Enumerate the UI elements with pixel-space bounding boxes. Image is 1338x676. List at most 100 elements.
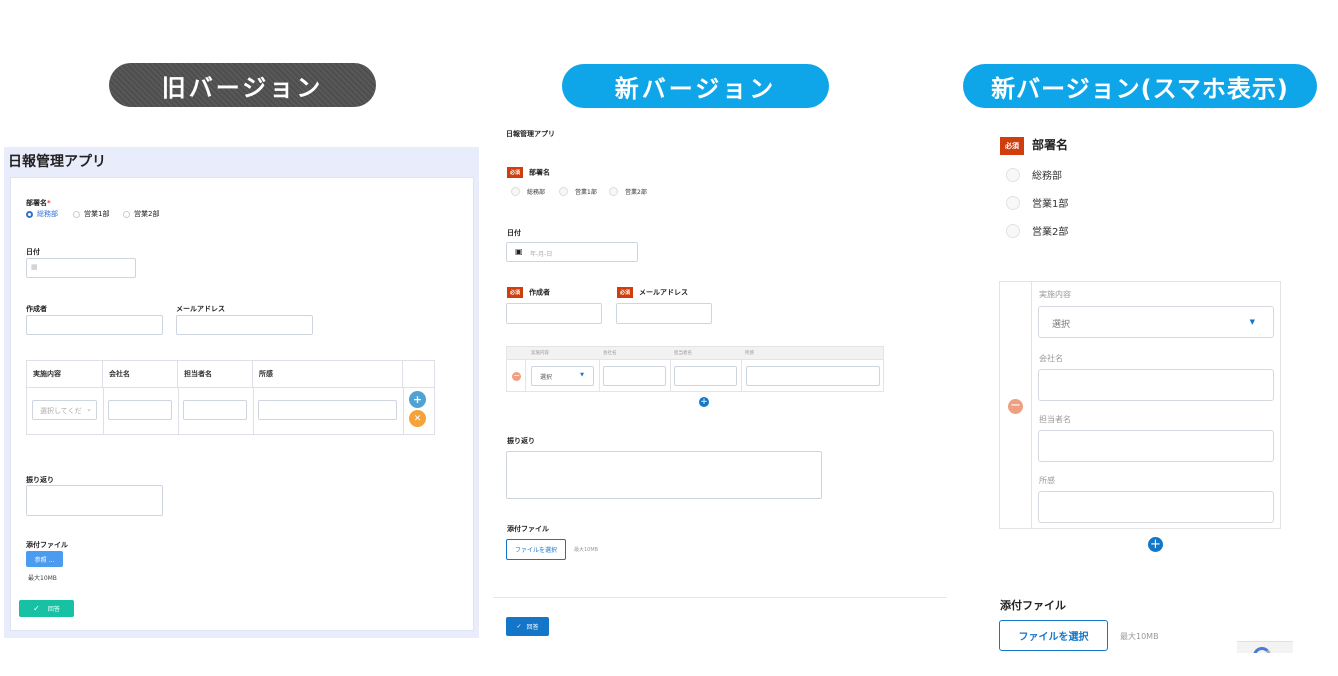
- activity-select[interactable]: 選択してくだ ⌄: [32, 400, 97, 420]
- caret-down-icon: ▼: [580, 372, 584, 378]
- attach-label: 添付ファイル: [26, 541, 68, 549]
- company-input[interactable]: [108, 400, 172, 420]
- activity-table: 実施内容 会社名 担当者名 所感 − 選択 ▼: [506, 346, 884, 392]
- th-impression: 所感: [745, 351, 754, 356]
- email-label: 必須 メールアドレス: [617, 287, 688, 298]
- impression-input[interactable]: [746, 366, 880, 386]
- company-input[interactable]: [1038, 369, 1274, 401]
- author-label: 必須 作成者: [507, 287, 550, 298]
- table-header: 実施内容 会社名 担当者名 所感: [506, 346, 884, 360]
- plus-icon: +: [1150, 537, 1161, 552]
- new-version-label: 新バージョン: [562, 64, 829, 108]
- author-input[interactable]: [26, 315, 163, 335]
- radio-dept-1[interactable]: 営業1部: [1006, 195, 1068, 210]
- email-input[interactable]: [616, 303, 712, 324]
- minus-icon: −: [513, 371, 520, 380]
- required-badge: 必須: [507, 167, 524, 178]
- impression-label: 所感: [1039, 476, 1055, 485]
- company-input[interactable]: [603, 366, 666, 386]
- browse-button[interactable]: 参照 ...: [26, 551, 63, 567]
- radio-icon: [559, 187, 568, 196]
- author-label: 作成者: [26, 305, 47, 313]
- date-input[interactable]: ▦: [26, 258, 136, 278]
- company-label: 会社名: [1039, 354, 1063, 363]
- person-label: 担当者名: [1039, 415, 1071, 424]
- add-row-button[interactable]: +: [409, 391, 426, 408]
- plus-icon: +: [412, 393, 423, 406]
- caret-down-icon: ▼: [1249, 318, 1255, 326]
- th-company: 会社名: [603, 351, 617, 356]
- page-title: 日報管理アプリ: [506, 130, 555, 138]
- dept-label: 必須 部署名: [507, 167, 550, 178]
- radio-icon: [73, 210, 80, 218]
- calendar-icon: ▦: [31, 263, 38, 271]
- remove-row-button[interactable]: ✕: [409, 410, 426, 427]
- radio-icon: [123, 210, 130, 218]
- radio-dept-0[interactable]: 総務部: [511, 187, 545, 196]
- plus-icon: +: [700, 397, 708, 407]
- radio-dept-0[interactable]: 総務部: [1006, 167, 1062, 182]
- radio-dept-1[interactable]: 営業1部: [559, 187, 597, 196]
- calendar-icon: ▣: [515, 247, 523, 256]
- choose-file-button[interactable]: ファイルを選択: [999, 620, 1108, 651]
- reflection-label: 振り返り: [507, 437, 535, 445]
- date-label: 日付: [507, 229, 521, 237]
- page-title: 日報管理アプリ: [8, 154, 106, 170]
- reflection-label: 振り返り: [26, 476, 54, 484]
- radio-dept-2[interactable]: 営業2部: [609, 187, 647, 196]
- divider: [493, 597, 947, 598]
- dept-label: 部署名*: [26, 199, 51, 207]
- th-company: 会社名: [103, 361, 178, 387]
- activity-select[interactable]: 選択 ▼: [531, 366, 594, 386]
- email-input[interactable]: [176, 315, 313, 335]
- radio-dept-2[interactable]: 営業2部: [123, 209, 159, 219]
- submit-button[interactable]: ✓ 回答: [506, 617, 549, 636]
- th-person: 担当者名: [674, 351, 692, 356]
- form-card: 部署名* 総務部 営業1部 営業2部 日付 ▦ 作成者 メールアドレス 実施内容…: [10, 177, 474, 631]
- radio-dept-1[interactable]: 営業1部: [73, 209, 109, 219]
- attach-label: 添付ファイル: [507, 525, 549, 533]
- radio-icon: [609, 187, 618, 196]
- attach-label: 添付ファイル: [1000, 599, 1066, 612]
- date-input[interactable]: ▣ 年-月-日: [506, 242, 638, 262]
- remove-row-button[interactable]: −: [1008, 399, 1023, 414]
- date-label: 日付: [26, 248, 40, 256]
- radio-dept-0[interactable]: 総務部: [26, 209, 58, 219]
- max-size-note: 最大10MB: [574, 547, 599, 553]
- add-row-button[interactable]: +: [1148, 537, 1163, 552]
- dept-label: 必須 部署名: [1000, 136, 1068, 155]
- check-icon: ✓: [33, 604, 40, 613]
- submit-button[interactable]: ✓ 回答: [19, 600, 74, 617]
- max-size-note: 最大10MB: [28, 575, 57, 582]
- th-person: 担当者名: [178, 361, 253, 387]
- reflection-textarea[interactable]: [26, 485, 163, 516]
- close-icon: ✕: [413, 413, 422, 424]
- old-form-screen: 日報管理アプリ 部署名* 総務部 営業1部 営業2部 日付 ▦ 作成者 メールア…: [4, 147, 479, 638]
- smartphone-version-label: 新バージョン(スマホ表示): [963, 64, 1317, 108]
- impression-input[interactable]: [1038, 491, 1274, 523]
- required-badge: 必須: [617, 287, 634, 298]
- radio-icon: [1006, 195, 1020, 210]
- choose-file-button[interactable]: ファイルを選択: [506, 539, 566, 560]
- remove-row-button[interactable]: −: [512, 372, 521, 381]
- recaptcha-badge: [1237, 641, 1293, 653]
- radio-icon: [511, 187, 520, 196]
- radio-dept-2[interactable]: 営業2部: [1006, 223, 1068, 238]
- person-input[interactable]: [183, 400, 247, 420]
- activity-select[interactable]: 選択 ▼: [1038, 306, 1274, 338]
- th-activity: 実施内容: [531, 351, 549, 356]
- th-activity: 実施内容: [27, 361, 103, 387]
- add-row-button[interactable]: +: [699, 397, 709, 407]
- activity-label: 実施内容: [1039, 290, 1071, 299]
- required-badge: 必須: [1000, 136, 1024, 155]
- radio-icon: [1006, 167, 1020, 182]
- table-row: − 選択 ▼: [506, 360, 884, 392]
- person-input[interactable]: [674, 366, 737, 386]
- required-badge: 必須: [507, 287, 524, 298]
- radio-icon: [26, 210, 33, 218]
- reflection-textarea[interactable]: [506, 451, 822, 499]
- old-version-label: 旧バージョン: [109, 63, 376, 107]
- author-input[interactable]: [506, 303, 602, 324]
- impression-input[interactable]: [258, 400, 397, 420]
- person-input[interactable]: [1038, 430, 1274, 462]
